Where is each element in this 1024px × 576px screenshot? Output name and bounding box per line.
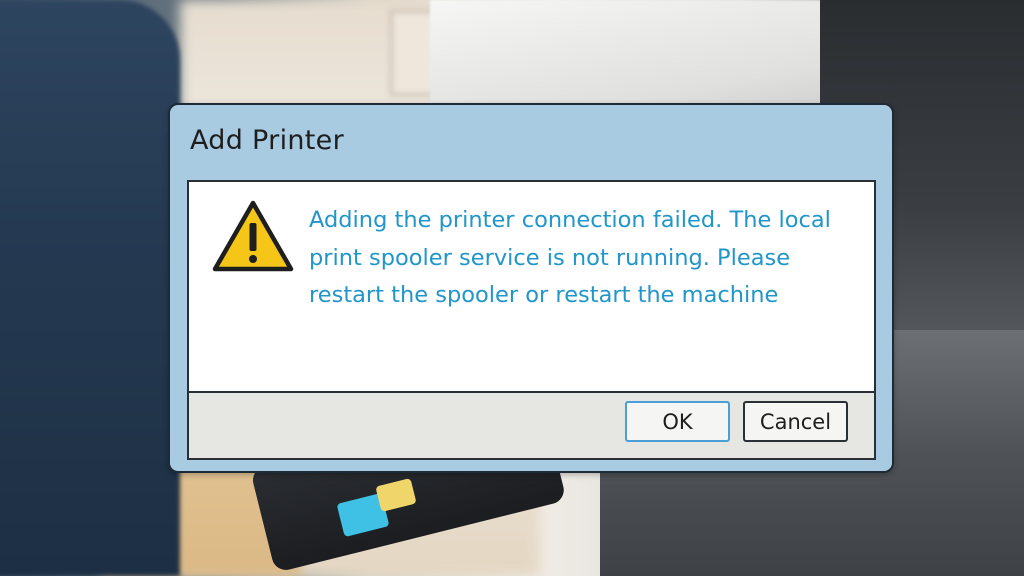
dialog-content: Adding the printer connection failed. Th…: [187, 180, 876, 460]
message-area: Adding the printer connection failed. Th…: [189, 182, 874, 395]
background-person: [0, 0, 180, 576]
dialog-button-bar: OK Cancel: [189, 391, 874, 458]
error-message: Adding the printer connection failed. Th…: [309, 207, 831, 308]
cancel-button[interactable]: Cancel: [743, 401, 848, 442]
desktop-background: Add Printer Adding the printer connectio…: [0, 0, 1024, 576]
warning-icon: [212, 200, 294, 272]
add-printer-dialog: Add Printer Adding the printer connectio…: [168, 103, 894, 473]
ok-button[interactable]: OK: [625, 401, 730, 442]
dialog-title: Add Printer: [190, 125, 344, 156]
